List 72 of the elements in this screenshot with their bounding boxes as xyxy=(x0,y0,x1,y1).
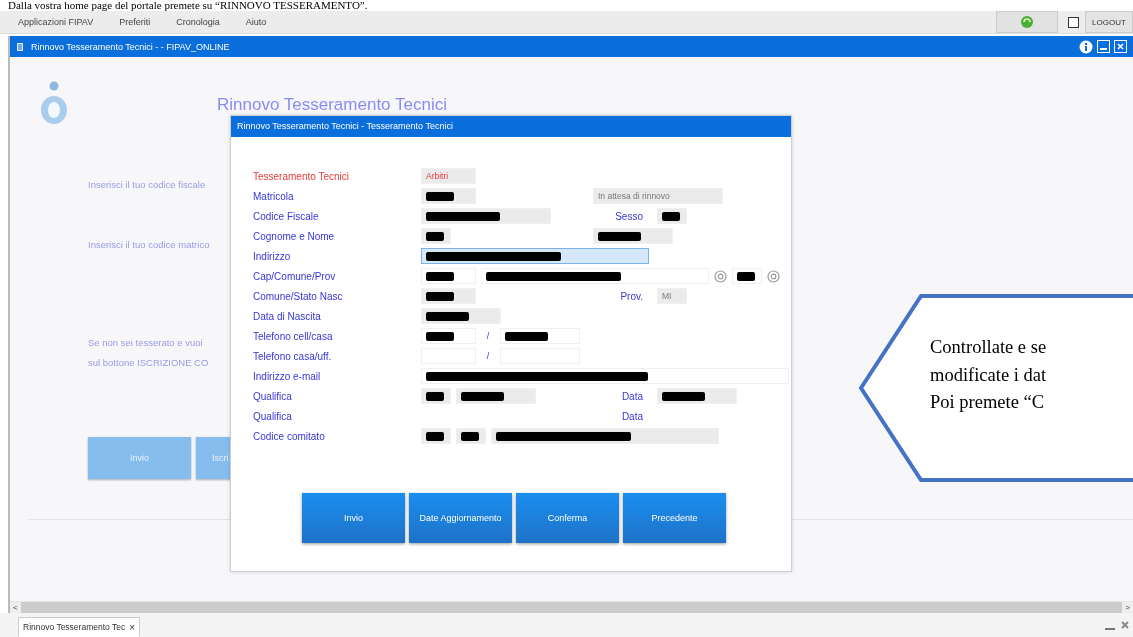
input-field[interactable] xyxy=(421,248,649,264)
field-label: Telefono cell/casa xyxy=(253,330,334,342)
menu-item[interactable]: Cronologia xyxy=(176,17,220,27)
redaction-mark xyxy=(426,391,444,401)
redaction-mark xyxy=(662,211,680,221)
logo-icon xyxy=(38,81,70,127)
field-label: Prov. xyxy=(619,290,643,302)
field-label: Comune/Stato Nasc xyxy=(253,290,344,302)
dialog-button[interactable]: Date Aggiornamento xyxy=(409,493,512,543)
dialog-button[interactable]: Conferma xyxy=(516,493,619,543)
window-title: Rinnovo Tesseramento Tecnici - - FIPAV_ONLINE xyxy=(31,41,231,52)
tab-label[interactable]: Rinnovo Tesseramento Tec xyxy=(23,622,126,632)
redaction-mark xyxy=(737,271,755,281)
input-field[interactable]: In attesa di rinnovo xyxy=(593,188,723,204)
window-icon xyxy=(16,41,24,52)
caption-text: Dalla vostra home page del portale premete su “RINNOVO TESSERAMENTO”. xyxy=(7,0,369,11)
info-paragraph: Se non sei tesserato e vuoi sul bottone ISCRIZIONE CO xyxy=(88,336,209,370)
dialog-title: Rinnovo Tesseramento Tecnici - Tesseramento Tecnici xyxy=(231,116,791,137)
field-label: Data xyxy=(620,390,643,402)
dialog-button[interactable]: Invio xyxy=(302,493,405,543)
field-label: Codice Fiscale xyxy=(253,210,320,222)
input-field[interactable]: MI xyxy=(657,288,687,304)
refresh-icon xyxy=(1020,15,1034,29)
field-label: Indirizzo xyxy=(253,250,292,262)
close-icon[interactable] xyxy=(1121,621,1129,631)
redaction-mark xyxy=(426,331,454,341)
menu-item[interactable]: Preferiti xyxy=(119,17,151,27)
slash-separator: / xyxy=(485,351,491,361)
field-label: Matricola xyxy=(253,190,295,202)
logout-button[interactable]: LOGOUT xyxy=(1085,11,1133,33)
info-icon[interactable] xyxy=(1079,39,1093,54)
field-label: Tesseramento Tecnici xyxy=(253,170,350,182)
redaction-mark xyxy=(426,191,454,201)
at-sign-icon[interactable] xyxy=(767,269,780,283)
menu-item[interactable]: Aiuto xyxy=(245,17,267,27)
field-label: Data xyxy=(620,410,643,422)
redaction-mark xyxy=(461,391,505,401)
scroll-right-button[interactable]: > xyxy=(1122,602,1133,613)
redaction-mark xyxy=(598,231,642,241)
menu-item[interactable]: Applicazioni FIPAV xyxy=(18,17,94,27)
dialog-button[interactable]: Precedente xyxy=(623,493,726,543)
tab-close-button[interactable]: × xyxy=(129,621,136,633)
field-label: Data di Nascita xyxy=(253,310,322,322)
redaction-mark xyxy=(426,271,454,281)
field-label: Codice comitato xyxy=(253,430,326,442)
horizontal-scrollbar[interactable]: < > xyxy=(10,601,1133,613)
redaction-mark xyxy=(426,431,444,441)
checkbox[interactable] xyxy=(1068,16,1079,28)
redaction-mark xyxy=(461,431,479,441)
field-label: Qualifica xyxy=(253,410,293,422)
redaction-mark xyxy=(426,311,470,321)
slash-separator: / xyxy=(485,331,491,341)
instruction-text: Inserisci il tuo codice fiscale xyxy=(88,179,206,192)
redaction-mark xyxy=(662,391,706,401)
field-label: Cognome e Nome xyxy=(253,230,336,242)
redaction-mark xyxy=(426,291,454,301)
redaction-mark xyxy=(505,331,549,341)
callout-text: Controllate e se modificate i dat Poi premete “C xyxy=(930,336,1047,414)
field-label: Indirizzo e-mail xyxy=(253,370,322,382)
field-label: Qualifica xyxy=(253,390,293,402)
close-icon[interactable] xyxy=(1114,40,1127,53)
field-label: Cap/Comune/Prov xyxy=(253,270,337,282)
field-label: Telefono casa/uff. xyxy=(253,350,333,362)
field-label: Sesso xyxy=(614,210,643,222)
instruction-text: Inserisci il tuo codice matrico xyxy=(88,239,210,252)
minimize-icon[interactable] xyxy=(1097,40,1110,53)
page-heading: Rinnovo Tesseramento Tecnici xyxy=(217,95,447,115)
redaction-mark xyxy=(426,231,444,241)
scroll-left-button[interactable]: < xyxy=(10,602,21,613)
input-field[interactable]: Arbitri xyxy=(421,168,476,184)
at-sign-icon[interactable] xyxy=(714,269,727,283)
tab[interactable]: Rinnovo Tesseramento Tec × xyxy=(18,617,141,637)
